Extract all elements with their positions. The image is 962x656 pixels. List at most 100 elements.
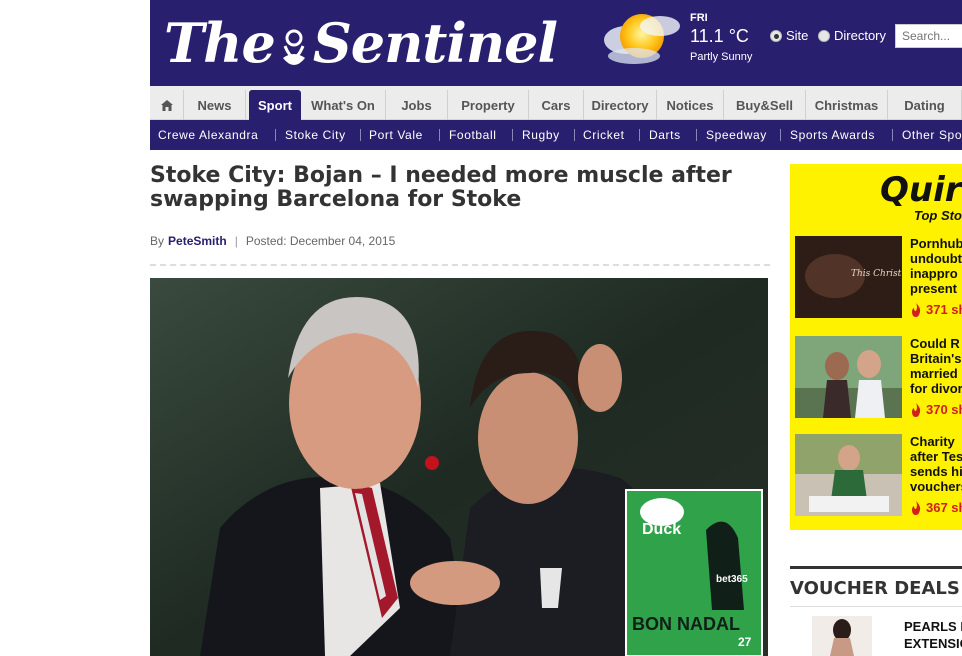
subnav-separator (639, 129, 640, 141)
flame-icon (912, 302, 921, 317)
nav-property[interactable]: Property (448, 90, 529, 120)
search-input[interactable] (895, 24, 962, 48)
author-link[interactable]: PeteSmith (168, 234, 227, 248)
masthead: The Sentinel FRI 11.1 °C Partly Sunny Si… (150, 0, 962, 86)
story-title-line: married (910, 366, 958, 381)
sport-sub-nav: Crewe Alexandra Stoke City Port Vale Foo… (150, 120, 962, 150)
byline-prefix: By (150, 234, 165, 248)
magazine-number: 27 (738, 635, 752, 649)
quirky-panel: Quirk Top Sto This Christ give the most … (790, 164, 962, 530)
nav-dating[interactable]: Dating (888, 90, 962, 120)
story-thumbnail[interactable] (795, 434, 902, 516)
quirky-story[interactable]: This Christ give the most lo Pornhub und… (795, 236, 962, 320)
thumb-caption: This Christ give the most lo (851, 269, 902, 279)
story-shares-count: 371 sh (926, 302, 962, 317)
nav-home[interactable] (150, 90, 184, 120)
subnav-sports-awards[interactable]: Sports Awards (790, 120, 875, 150)
story-title[interactable]: Could R Britain's married for divor (910, 336, 962, 396)
voucher-divider (790, 606, 962, 607)
story-title[interactable]: Pornhub undoubt inappro present (910, 236, 962, 296)
story-title-line: Charity (910, 434, 955, 449)
nav-cars[interactable]: Cars (529, 90, 584, 120)
logo-text-the: The (164, 11, 276, 75)
search-scope-directory-label: Directory (834, 28, 887, 43)
article-photo[interactable]: Duck bet365 BON NADAL 27 (150, 278, 768, 656)
quirky-story[interactable]: Charity after Tes sends hi vouchers 367 … (795, 434, 962, 518)
flame-icon (912, 500, 921, 515)
article-divider (150, 264, 770, 266)
byline-separator: | (234, 234, 238, 248)
voucher-deal-line: PEARLS H (904, 619, 962, 634)
story-shares: 370 sh (910, 402, 962, 417)
story-title-line: Could R (910, 336, 960, 351)
left-gutter (0, 0, 150, 656)
weather-temperature: 11.1 °C (690, 26, 749, 46)
story-title-line: Pornhub (910, 236, 962, 251)
duck-magazine-cover: Duck bet365 BON NADAL 27 (625, 489, 763, 656)
magazine-title: Duck (642, 521, 681, 538)
subnav-port-vale[interactable]: Port Vale (369, 120, 423, 150)
subnav-separator (360, 129, 361, 141)
subnav-stoke-city[interactable]: Stoke City (285, 120, 346, 150)
subnav-other-sport[interactable]: Other Spo (902, 120, 962, 150)
story-shares-count: 370 sh (926, 402, 962, 417)
subnav-separator (892, 129, 893, 141)
search-scope-site-label: Site (786, 28, 809, 43)
search-scope-directory[interactable]: Directory (818, 28, 886, 43)
nav-directory[interactable]: Directory (584, 90, 657, 120)
subnav-rugby[interactable]: Rugby (522, 120, 560, 150)
nav-sport[interactable]: Sport (249, 90, 301, 120)
home-icon (160, 99, 173, 111)
subnav-crewe-alexandra[interactable]: Crewe Alexandra (158, 120, 258, 150)
subnav-separator (780, 129, 781, 141)
nav-notices[interactable]: Notices (657, 90, 724, 120)
article-headline: Stoke City: Bojan – I needed more muscle… (150, 163, 732, 212)
story-title-line: vouchers (910, 479, 962, 494)
story-shares-count: 367 sh (926, 500, 962, 515)
weather-description: Partly Sunny (690, 51, 753, 63)
subnav-separator (439, 129, 440, 141)
story-title-line: after Tes (910, 449, 962, 464)
story-thumbnail[interactable] (795, 336, 902, 418)
main-nav: News Sport What's On Jobs Property Cars … (150, 86, 962, 120)
voucher-deals-heading[interactable]: VOUCHER DEALS (790, 578, 960, 599)
subnav-separator (512, 129, 513, 141)
story-title-line: sends hi (910, 464, 962, 479)
radio-selected-icon (770, 29, 782, 42)
subnav-separator (696, 129, 697, 141)
site-logo[interactable]: The Sentinel (164, 8, 558, 78)
magazine-sponsor: bet365 (716, 574, 748, 585)
story-title-line: for divor (910, 381, 962, 396)
voucher-deal-title[interactable]: PEARLS H EXTENSIO (904, 618, 962, 652)
story-title-line: inappro (910, 266, 958, 281)
voucher-thumbnail[interactable] (812, 616, 872, 656)
story-shares: 367 sh (910, 500, 962, 515)
search-scope-site[interactable]: Site (770, 28, 808, 43)
radio-unselected-icon (818, 29, 830, 42)
story-title-line: Britain's (910, 351, 962, 366)
partly-sunny-icon (598, 6, 684, 70)
quirky-story[interactable]: Could R Britain's married for divor 370 … (795, 336, 962, 420)
story-thumbnail[interactable]: This Christ give the most lo (795, 236, 902, 318)
nav-jobs[interactable]: Jobs (386, 90, 448, 120)
story-shares: 371 sh (910, 302, 962, 317)
quirky-logo[interactable]: Quirk (880, 170, 962, 210)
posted-date: Posted: December 04, 2015 (245, 234, 396, 248)
subnav-cricket[interactable]: Cricket (583, 120, 625, 150)
nav-buy-sell[interactable]: Buy&Sell (724, 90, 806, 120)
story-title[interactable]: Charity after Tes sends hi vouchers (910, 434, 962, 494)
story-title-line: present (910, 281, 957, 296)
nav-whats-on[interactable]: What's On (301, 90, 386, 120)
nav-christmas[interactable]: Christmas (806, 90, 888, 120)
logo-text-sentinel: Sentinel (312, 11, 558, 75)
subnav-football[interactable]: Football (449, 120, 497, 150)
page: The Sentinel FRI 11.1 °C Partly Sunny Si… (0, 0, 962, 656)
voucher-section-rule (790, 566, 962, 569)
subnav-darts[interactable]: Darts (649, 120, 681, 150)
subnav-separator (275, 129, 276, 141)
nav-news[interactable]: News (184, 90, 246, 120)
subnav-speedway[interactable]: Speedway (706, 120, 767, 150)
quirky-subtitle: Top Sto (914, 208, 962, 223)
article-photo-illustration: Duck bet365 BON NADAL 27 (150, 278, 768, 656)
magazine-cover-text: BON NADAL (632, 614, 740, 634)
